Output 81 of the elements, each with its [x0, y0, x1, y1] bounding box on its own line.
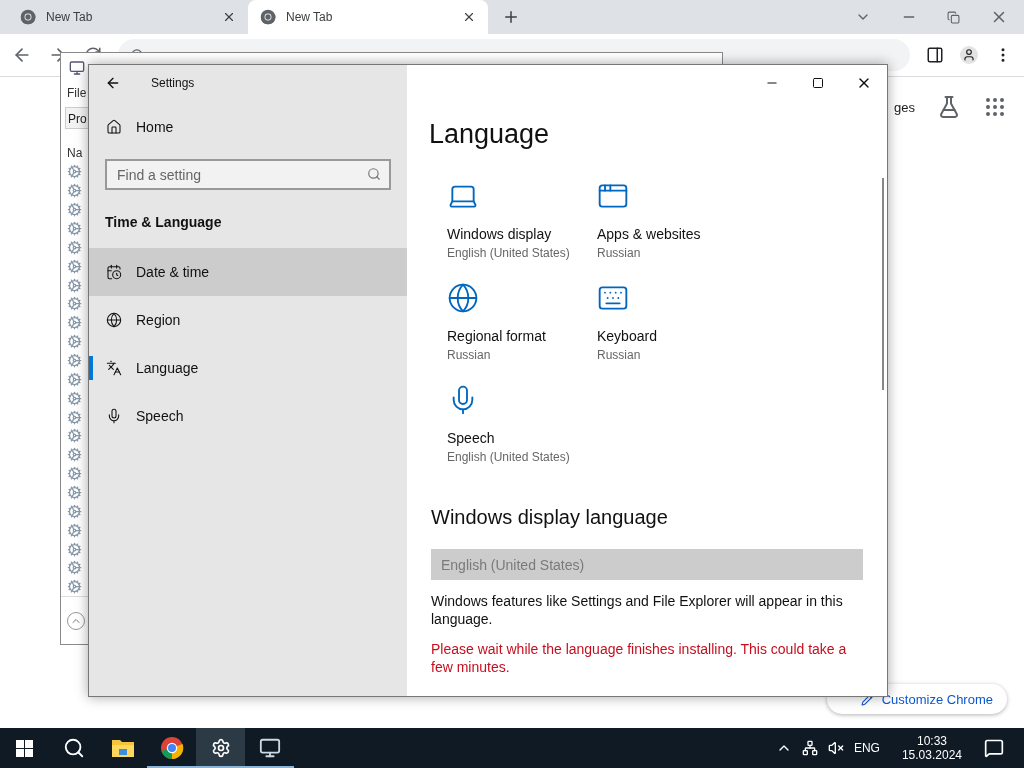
home-item[interactable]: Home: [89, 103, 407, 151]
gear-icon: [67, 447, 82, 463]
section-heading: Windows display language: [431, 506, 669, 529]
gear-icon: [67, 466, 82, 482]
description-text: Windows features like Settings and File Explorer will appear in this language.: [431, 592, 844, 628]
tile-subtitle: English (United States): [447, 246, 570, 260]
tile-title[interactable]: Windows display: [447, 226, 552, 242]
chrome-logo-icon: [159, 736, 184, 760]
globe-icon: [106, 312, 122, 328]
search-field[interactable]: Find a setting: [105, 159, 391, 190]
calendar-clock-icon: [106, 264, 122, 280]
home-icon: [106, 119, 122, 135]
gear-icon: [67, 164, 82, 180]
tile-subtitle: Russian: [597, 348, 641, 362]
gear-icon: [67, 522, 82, 538]
close-icon[interactable]: [222, 10, 236, 24]
gear-icon: [67, 315, 82, 331]
gear-icon: [67, 296, 82, 312]
browser-tab[interactable]: New Tab: [8, 0, 248, 34]
globe-icon: [447, 282, 479, 314]
images-link[interactable]: ges: [894, 99, 915, 115]
monitor-icon: [258, 737, 281, 759]
gear-icon: [67, 334, 82, 350]
windows-logo-icon: [16, 739, 33, 757]
gear-icon: [67, 503, 82, 519]
close-icon[interactable]: [462, 10, 476, 24]
new-tab-icon[interactable]: [502, 8, 520, 26]
gear-icon: [210, 738, 231, 758]
nav-item[interactable]: Speech: [89, 392, 407, 440]
clock[interactable]: 10:33 15.03.2024: [889, 734, 974, 762]
tile-subtitle: English (United States): [447, 450, 570, 464]
gear-icon: [67, 183, 82, 199]
tile-title[interactable]: Speech: [447, 430, 495, 446]
gear-icon: [67, 353, 82, 368]
maximize-icon: [812, 77, 824, 89]
gear-icon: [67, 428, 82, 444]
column-header[interactable]: Na: [67, 145, 83, 160]
apps-grid-icon[interactable]: [983, 95, 1007, 119]
section-title: Time & Language: [104, 214, 223, 230]
gear-icon: [67, 277, 82, 293]
gear-icon: [67, 485, 82, 501]
gear-icon: [67, 371, 82, 387]
notification-icon[interactable]: [984, 738, 1004, 758]
gear-icon: [67, 541, 82, 557]
volume-muted-icon[interactable]: [827, 740, 844, 756]
gear-icon: [67, 202, 82, 218]
tab[interactable]: Pro: [65, 106, 88, 129]
network-icon[interactable]: [801, 740, 818, 756]
restore-icon[interactable]: [947, 10, 960, 24]
window-title: Settings: [151, 76, 195, 90]
nav-item[interactable]: Language: [89, 344, 407, 392]
page-heading: Language: [429, 119, 551, 150]
language-indicator[interactable]: ENG: [853, 741, 880, 755]
gear-icon: [67, 579, 82, 595]
scrollbar[interactable]: [882, 178, 884, 390]
gear-icon: [67, 560, 82, 576]
taskbar-button[interactable]: [196, 728, 245, 768]
tile-title[interactable]: Apps & websites: [597, 226, 701, 242]
nav-item[interactable]: Date & time: [89, 248, 407, 296]
profile-icon[interactable]: [960, 46, 978, 64]
side-panel-icon[interactable]: [926, 46, 944, 64]
tile-subtitle: Russian: [597, 246, 641, 260]
gear-icon: [67, 409, 82, 425]
nav-item[interactable]: Region: [89, 296, 407, 344]
microphone-icon: [106, 408, 122, 424]
gear-icon: [67, 239, 82, 255]
menu-item[interactable]: File: [67, 85, 87, 100]
monitor-icon: [69, 59, 85, 76]
chrome-logo-icon: [260, 9, 276, 25]
chrome-logo-icon: [20, 9, 36, 25]
tile-title[interactable]: Keyboard: [597, 328, 657, 344]
gear-icon: [67, 390, 82, 406]
browser-tab[interactable]: New Tab: [248, 0, 488, 34]
language-icon: [106, 360, 122, 376]
tile-title[interactable]: Regional format: [447, 328, 546, 344]
gear-icon: [67, 221, 82, 236]
folder-icon: [110, 738, 135, 758]
flask-icon[interactable]: [937, 95, 961, 119]
warning-text: Please wait while the language finishes installing. This could take a few minutes.: [431, 640, 848, 676]
gear-icon: [67, 258, 82, 274]
tile-subtitle: Russian: [447, 348, 491, 362]
